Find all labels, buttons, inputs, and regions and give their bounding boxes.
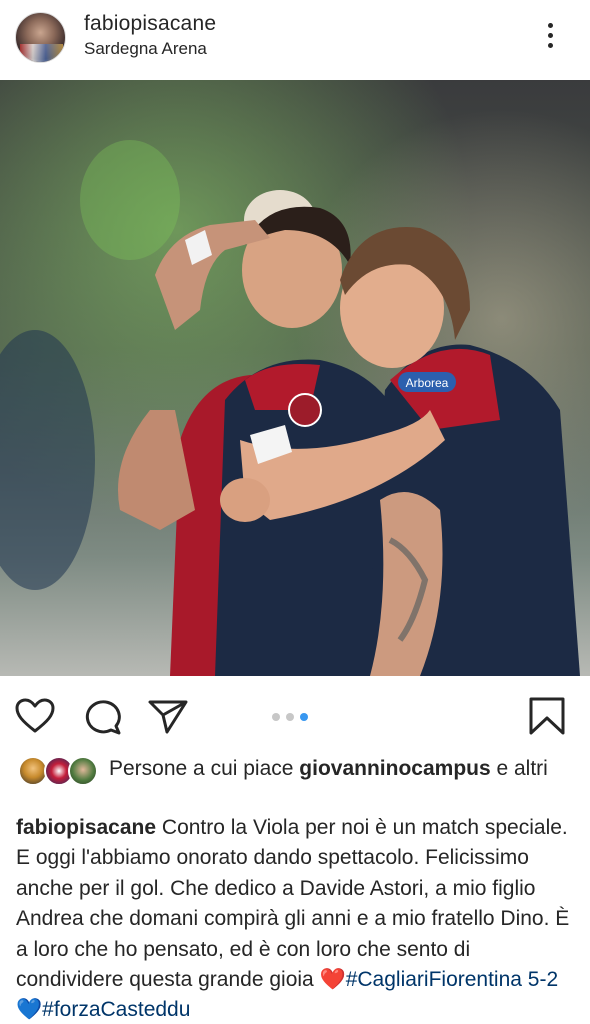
more-vertical-icon[interactable]: [538, 20, 562, 52]
post-actions-bar: [0, 676, 590, 754]
post-location[interactable]: Sardegna Arena: [84, 39, 207, 59]
user-avatar[interactable]: [15, 12, 66, 63]
hashtag-link[interactable]: #forzaCasteddu: [42, 998, 190, 1021]
post-header: fabiopisacane Sardegna Arena: [0, 0, 590, 80]
likes-username[interactable]: giovanninocampus: [299, 757, 490, 780]
likes-text[interactable]: Persone a cui piace giovanninocampus e a…: [109, 755, 579, 783]
paper-plane-icon[interactable]: [147, 696, 189, 736]
blue-heart-emoji: 💙: [16, 998, 43, 1022]
post-photo[interactable]: Arborea: [0, 80, 590, 676]
hashtag-link[interactable]: #CagliariFiorentina: [346, 968, 522, 991]
carousel-dot: [286, 713, 294, 721]
bookmark-icon[interactable]: [526, 696, 568, 736]
post-caption: fabiopisacane Contro la Viola per noi è …: [16, 813, 578, 1024]
heart-icon[interactable]: [14, 696, 56, 736]
shirt-sponsor: Arborea: [406, 376, 449, 390]
liker-avatar[interactable]: [68, 756, 98, 786]
likes-suffix: e altri: [490, 757, 548, 780]
red-heart-emoji: ❤️: [319, 968, 346, 992]
comment-icon[interactable]: [82, 696, 124, 736]
carousel-dot: [272, 713, 280, 721]
caption-text: Contro la Viola per noi è un match speci…: [16, 816, 570, 992]
post-username[interactable]: fabiopisacane: [84, 12, 216, 36]
caption-score: 5-2: [521, 968, 559, 992]
carousel-dot-active: [300, 713, 308, 721]
caption-author[interactable]: fabiopisacane: [16, 816, 156, 839]
likes-prefix: Persone a cui piace: [109, 757, 300, 780]
carousel-indicator: [270, 711, 320, 723]
likes-section: Persone a cui piace giovanninocampus e a…: [0, 752, 590, 812]
